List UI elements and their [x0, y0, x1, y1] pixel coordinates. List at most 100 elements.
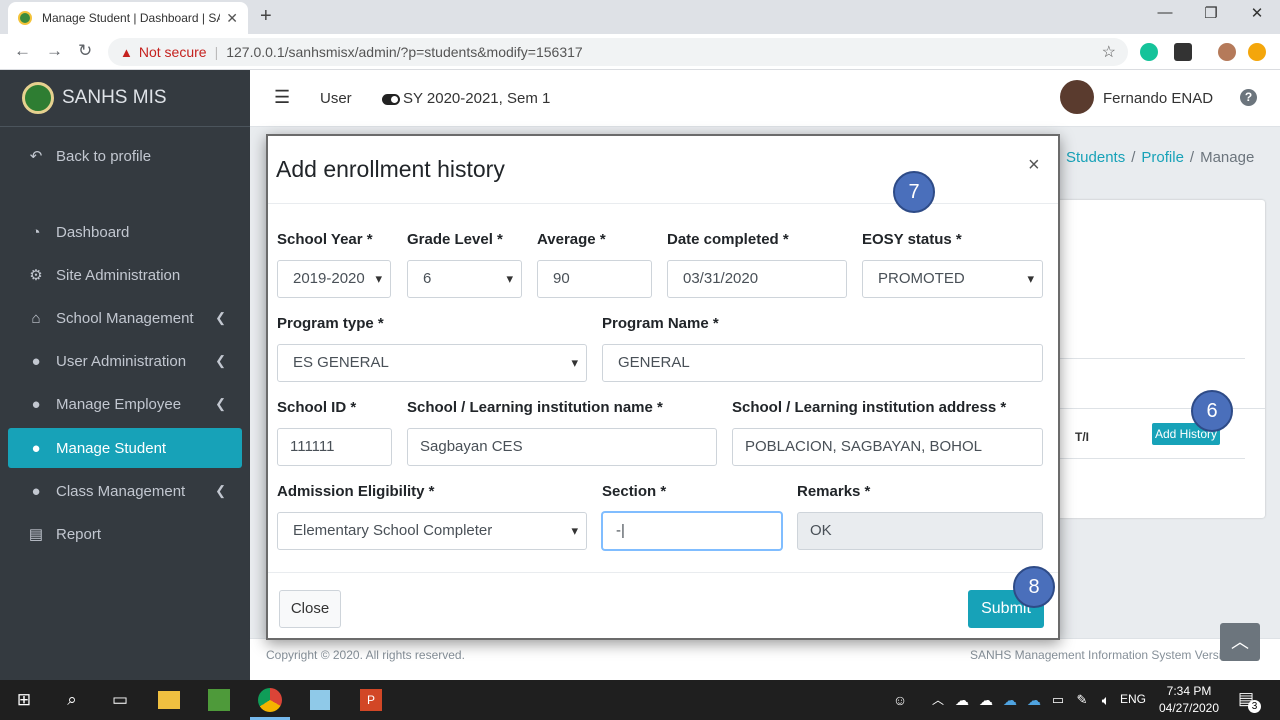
user-name[interactable]: Fernando ENAD	[1103, 90, 1213, 107]
sidebar-item-report[interactable]: ▤ Report	[8, 514, 242, 554]
grammarly-extension-icon[interactable]	[1140, 43, 1158, 61]
cloud-upload-icon[interactable]: ☁	[950, 688, 974, 712]
user-icon: ●	[31, 482, 41, 500]
onedrive-icon[interactable]: ☁	[998, 688, 1022, 712]
eosy-status-select[interactable]: PROMOTED	[862, 260, 1043, 298]
window-close-icon[interactable]: ✕	[1242, 4, 1272, 22]
windows-taskbar: ⊞ ⌕ ▭ P ☺ ︿ ☁ ☁ ☁ ☁ ▭ ✎ 🔈︎ ENG 7:34 PM 0…	[0, 680, 1280, 720]
extension-puzzle-icon[interactable]	[1174, 43, 1192, 61]
tab-close-icon[interactable]: ✕	[226, 10, 238, 27]
cloud-upload-icon[interactable]: ☁	[974, 688, 998, 712]
chevron-left-icon: ❮	[215, 396, 226, 411]
average-input[interactable]: 90	[537, 260, 652, 298]
school-logo-icon	[22, 82, 54, 114]
modal-header: Add enrollment history ×	[268, 136, 1058, 204]
sidebar-item-manage-employee[interactable]: ● Manage Employee ❮	[8, 384, 242, 424]
pen-icon[interactable]: ✎	[1070, 688, 1094, 712]
sidebar-item-dashboard[interactable]: ◔ Dashboard	[8, 212, 242, 252]
school-year-label: School Year *	[277, 231, 373, 248]
modal-close-icon[interactable]: ×	[1028, 154, 1040, 177]
scroll-to-top-button[interactable]: ︿	[1220, 623, 1260, 661]
sidebar-item-class-management[interactable]: ● Class Management ❮	[8, 471, 242, 511]
back-arrow-icon[interactable]: ←	[14, 41, 31, 61]
onedrive-icon[interactable]: ☁	[1022, 688, 1046, 712]
brand-name: SANHS MIS	[62, 87, 167, 108]
task-view-icon[interactable]: ▭	[108, 688, 132, 712]
school-name-input[interactable]: Sagbayan CES	[407, 428, 717, 466]
admission-eligibility-label: Admission Eligibility *	[277, 483, 435, 500]
cogs-icon: ⚙	[29, 267, 43, 284]
copyright-text: Copyright © 2020. All rights reserved.	[266, 648, 465, 662]
school-address-input[interactable]: POBLACION, SAGBAYAN, BOHOL	[732, 428, 1043, 466]
top-navbar: ☰ User SY 2020-2021, Sem 1 Fernando ENAD…	[250, 70, 1280, 127]
date-completed-label: Date completed *	[667, 231, 789, 248]
school-year-toggle[interactable]: SY 2020-2021, Sem 1	[382, 90, 550, 107]
sidebar-item-user-administration[interactable]: ● User Administration ❮	[8, 341, 242, 381]
help-icon[interactable]: ?	[1240, 89, 1257, 106]
grade-level-label: Grade Level *	[407, 231, 503, 248]
search-icon[interactable]: ⌕	[60, 688, 84, 712]
volume-icon[interactable]: 🔈︎	[1094, 688, 1118, 712]
admission-eligibility-select[interactable]: Elementary School Completer	[277, 512, 587, 550]
sidebar-item-label: Site Administration	[56, 266, 181, 284]
forward-arrow-icon[interactable]: →	[46, 41, 63, 61]
chrome-icon[interactable]	[258, 688, 282, 712]
sidebar-item-label: Class Management	[56, 482, 186, 500]
average-label: Average *	[537, 231, 606, 248]
sidebar-item-manage-student[interactable]: ● Manage Student	[8, 428, 242, 468]
security-status[interactable]: Not secure	[139, 44, 207, 60]
reload-icon[interactable]: ↻	[78, 41, 92, 61]
app-blue-icon[interactable]	[310, 690, 330, 710]
extension-orange-icon[interactable]	[1248, 43, 1266, 61]
school-id-input[interactable]: 111111	[277, 428, 392, 466]
network-icon[interactable]: ▭	[1046, 688, 1070, 712]
user-icon: ●	[31, 395, 41, 413]
people-icon[interactable]: ☺	[888, 688, 912, 712]
breadcrumb-profile[interactable]: Profile	[1141, 149, 1184, 166]
brand[interactable]: SANHS MIS	[0, 70, 250, 127]
sidebar-item-site-administration[interactable]: ⚙ Site Administration	[8, 255, 242, 295]
taskbar-clock[interactable]: 7:34 PM 04/27/2020	[1150, 683, 1228, 717]
windows-start-icon[interactable]: ⊞	[12, 688, 36, 712]
toggle-switch-icon	[382, 93, 400, 105]
address-bar[interactable]: ▲ Not secure | 127.0.0.1/sanhsmisx/admin…	[108, 38, 1128, 66]
modal-footer-divider	[268, 572, 1058, 573]
language-indicator[interactable]: ENG	[1120, 692, 1146, 706]
nav-user-link[interactable]: User	[320, 90, 352, 107]
url-text[interactable]: 127.0.0.1/sanhsmisx/admin/?p=students&mo…	[226, 44, 582, 60]
user-avatar[interactable]	[1060, 80, 1094, 114]
program-type-select[interactable]: ES GENERAL	[277, 344, 587, 382]
breadcrumb-separator: /	[1189, 149, 1195, 166]
browser-tabstrip: Manage Student | Dashboard | SANHS ✕ + —…	[0, 0, 1280, 34]
school-icon: ⌂	[31, 309, 41, 327]
sidebar-item-school-management[interactable]: ⌂ School Management ❮	[8, 298, 242, 338]
profile-avatar-icon[interactable]	[1218, 43, 1236, 61]
restore-icon[interactable]: ❐	[1196, 4, 1226, 22]
browser-tab[interactable]: Manage Student | Dashboard | SANHS ✕	[8, 2, 248, 34]
notification-count-badge: 3	[1248, 700, 1261, 713]
new-tab-button[interactable]: +	[260, 5, 272, 28]
grade-level-select[interactable]: 6	[407, 260, 522, 298]
add-enrollment-history-modal: Add enrollment history × School Year * 2…	[266, 134, 1060, 640]
chevron-left-icon: ❮	[215, 310, 226, 325]
program-name-input[interactable]: GENERAL	[602, 344, 1043, 382]
sidebar-item-label: Report	[56, 525, 102, 543]
chevron-left-icon: ❮	[215, 353, 226, 368]
minimize-icon[interactable]: —	[1150, 4, 1180, 21]
tray-chevron-icon[interactable]: ︿	[926, 688, 950, 712]
bookmark-star-icon[interactable]: ☆	[1102, 42, 1116, 62]
sidebar-back-to-profile[interactable]: ↶ Back to profile	[8, 136, 242, 176]
remarks-input[interactable]: OK	[797, 512, 1043, 550]
powerpoint-icon[interactable]: P	[360, 689, 382, 711]
date-completed-input[interactable]: 03/31/2020	[667, 260, 847, 298]
breadcrumb-students[interactable]: Students	[1066, 149, 1125, 166]
hamburger-menu-icon[interactable]: ☰	[274, 87, 290, 108]
school-name-label: School / Learning institution name *	[407, 399, 663, 416]
step-marker-7: 7	[893, 171, 935, 213]
clock-date: 04/27/2020	[1158, 701, 1220, 715]
school-year-select[interactable]: 2019-2020	[277, 260, 391, 298]
section-input[interactable]: -|	[602, 512, 782, 550]
file-explorer-icon[interactable]	[158, 691, 180, 709]
close-button[interactable]: Close	[279, 590, 341, 628]
app-green-icon[interactable]	[208, 689, 230, 711]
